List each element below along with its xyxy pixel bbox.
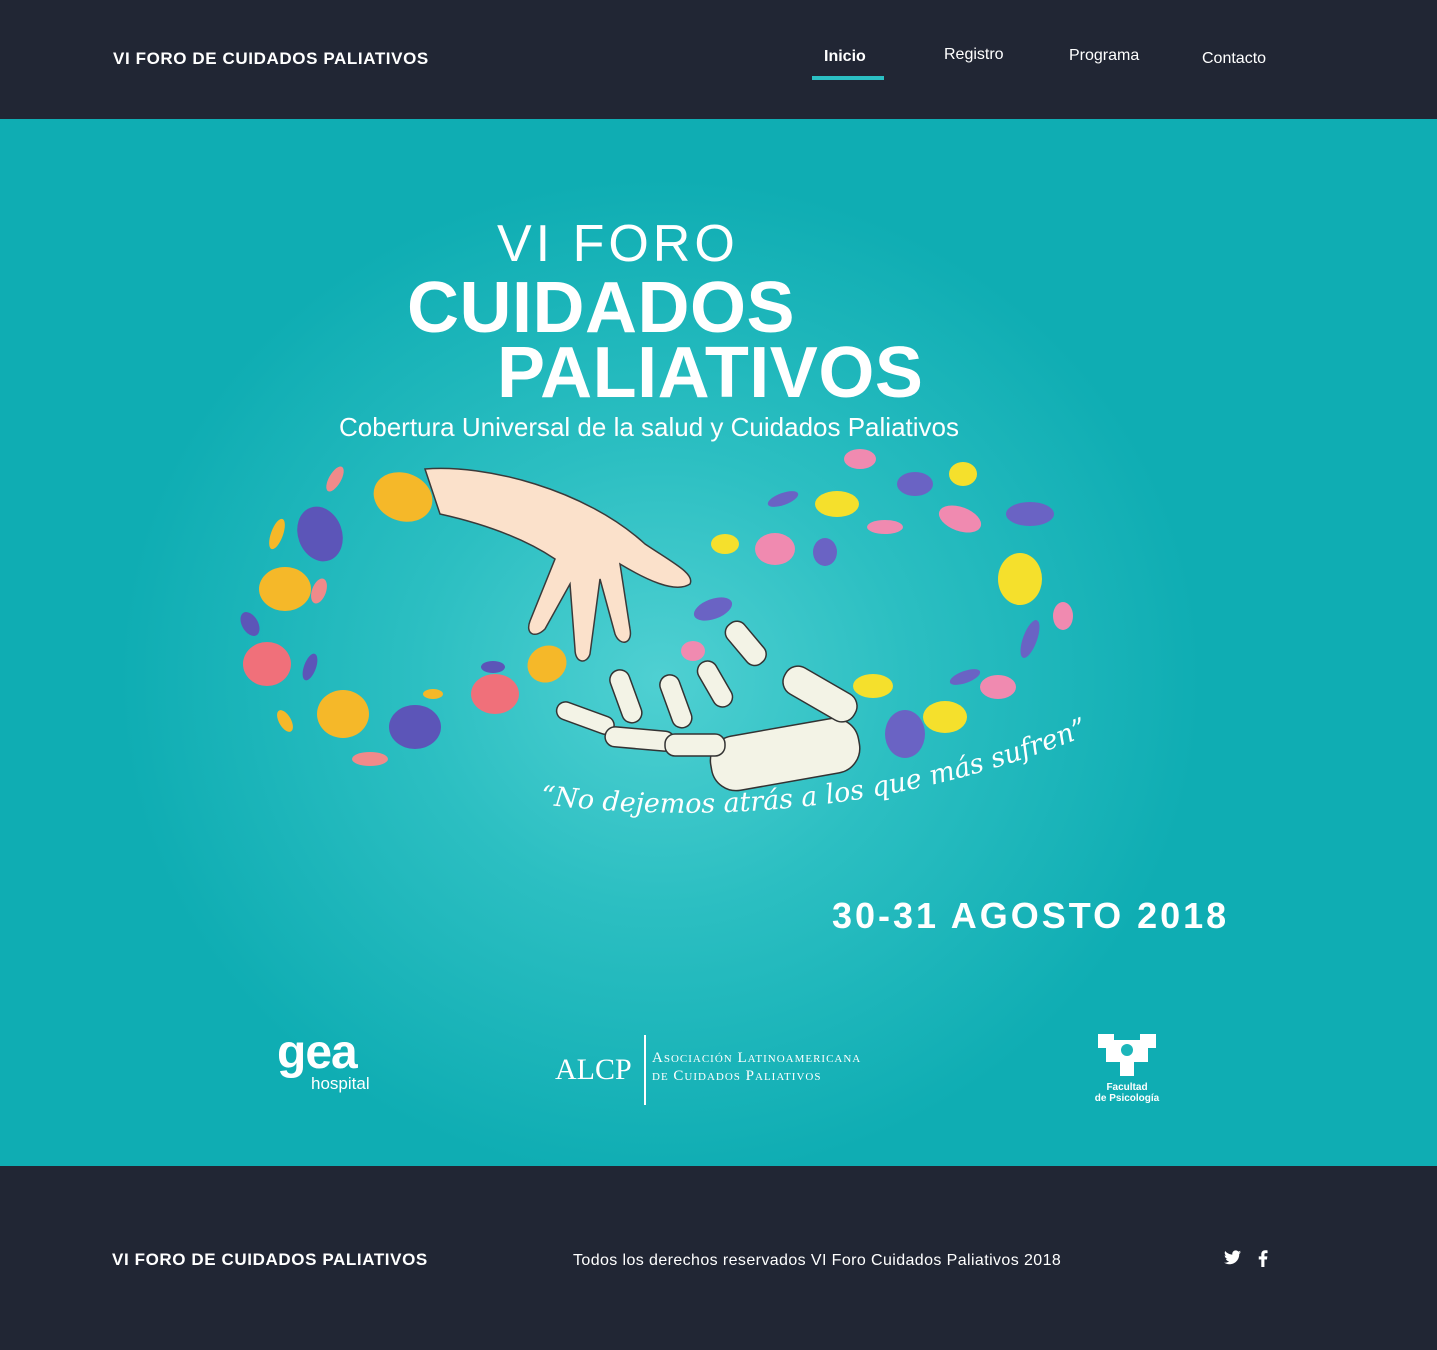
site-footer: VI FORO DE CUIDADOS PALIATIVOS Todos los… bbox=[0, 1166, 1437, 1350]
nav-active-indicator bbox=[812, 76, 884, 80]
gea-hospital-logo: gea hospital bbox=[277, 1026, 370, 1094]
event-date: 30-31 AGOSTO 2018 bbox=[832, 895, 1230, 936]
gea-logo-sub: hospital bbox=[311, 1074, 370, 1093]
psicologia-line2: de Psicología bbox=[1094, 1093, 1160, 1104]
twitter-icon[interactable] bbox=[1224, 1250, 1244, 1270]
hero-title-foro: VI FORO bbox=[497, 215, 739, 273]
hero-quote: “No dejemos atrás a los que más sufren”. bbox=[535, 709, 1092, 820]
psicologia-line1: Facultad bbox=[1106, 1082, 1148, 1093]
gea-logo-word: gea bbox=[277, 1026, 358, 1079]
nav-inicio[interactable]: Inicio bbox=[824, 48, 866, 66]
footer-copyright: Todos los derechos reservados VI Foro Cu… bbox=[573, 1252, 1062, 1269]
nav-contacto[interactable]: Contacto bbox=[1202, 50, 1266, 68]
site-title[interactable]: VI FORO DE CUIDADOS PALIATIVOS bbox=[113, 49, 429, 69]
nav-registro[interactable]: Registro bbox=[944, 46, 1004, 64]
psi-emblem-icon bbox=[1098, 1034, 1156, 1076]
hero-title-paliativos: PALIATIVOS bbox=[497, 333, 924, 413]
nav-programa[interactable]: Programa bbox=[1069, 47, 1139, 65]
psicologia-logo-text: Facultad de Psicología bbox=[1084, 1082, 1170, 1104]
alcp-divider bbox=[644, 1035, 646, 1105]
facebook-icon[interactable] bbox=[1258, 1250, 1278, 1270]
alcp-name-line1: Asociación Latinoamericana bbox=[652, 1050, 862, 1066]
site-header: VI FORO DE CUIDADOS PALIATIVOS Inicio Re… bbox=[0, 0, 1437, 119]
hero-banner: VI FORO CUIDADOS PALIATIVOS Cobertura Un… bbox=[0, 119, 1437, 1166]
hero-quote-text: “No dejemos atrás a los que más sufren”. bbox=[535, 709, 1092, 820]
alcp-name-line2: de Cuidados Paliativos bbox=[652, 1068, 822, 1084]
footer-site-title: VI FORO DE CUIDADOS PALIATIVOS bbox=[112, 1250, 428, 1269]
facultad-psicologia-logo: Facultad de Psicología bbox=[1084, 1032, 1174, 1107]
human-hand bbox=[423, 467, 692, 662]
alcp-abbr: ALCP bbox=[555, 1053, 632, 1086]
alcp-name: Asociación Latinoamericana de Cuidados P… bbox=[652, 1049, 861, 1085]
hero-subtitle: Cobertura Universal de la salud y Cuidad… bbox=[339, 412, 959, 442]
